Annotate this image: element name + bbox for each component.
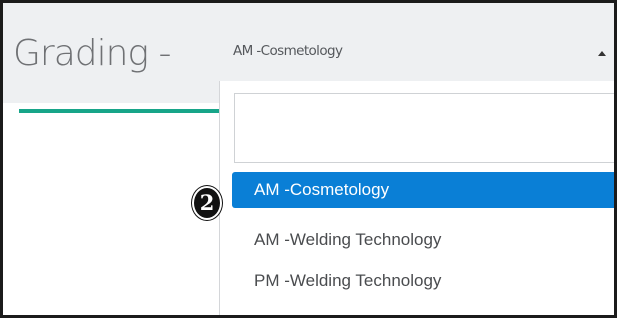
option-am-cosmetology[interactable]: AM -Cosmetology xyxy=(232,172,614,208)
search-input[interactable] xyxy=(234,93,614,163)
option-am-welding-technology[interactable]: AM -Welding Technology xyxy=(232,222,614,258)
screenshot-frame: Grading - AM -Cosmetology AM -Cosmetolog… xyxy=(0,0,617,318)
dropdown-panel: AM -Cosmetology AM -Welding Technology P… xyxy=(219,81,614,315)
title-underline xyxy=(19,109,219,113)
step-marker-badge: 2 xyxy=(192,186,222,220)
select-value: AM -Cosmetology xyxy=(233,43,343,59)
class-select[interactable]: AM -Cosmetology xyxy=(217,17,614,81)
caret-up-icon[interactable] xyxy=(598,51,606,56)
option-pm-welding-technology[interactable]: PM -Welding Technology xyxy=(232,263,614,299)
page-title: Grading - xyxy=(13,33,171,74)
